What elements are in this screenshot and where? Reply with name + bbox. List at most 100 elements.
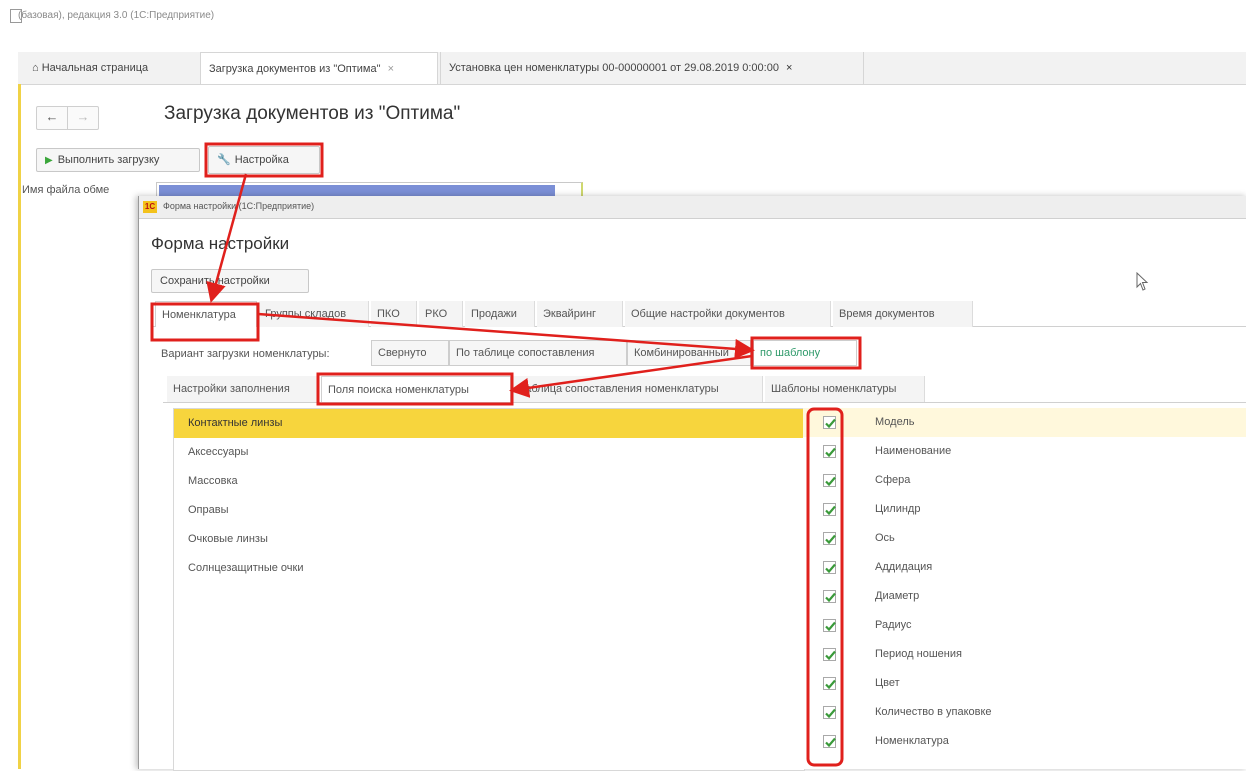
checkmark-icon — [825, 737, 836, 748]
field-row[interactable]: Диаметр — [803, 582, 1246, 611]
close-icon[interactable]: × — [388, 63, 394, 75]
checkbox[interactable] — [823, 532, 836, 545]
field-label: Сфера — [875, 474, 911, 486]
tab-warehouse-groups[interactable]: Группы складов — [259, 301, 369, 327]
checkbox[interactable] — [823, 677, 836, 690]
tab-nomenclature[interactable]: Номенклатура — [155, 301, 257, 327]
field-row[interactable]: Аддидация — [803, 553, 1246, 582]
list-item[interactable]: Массовка — [174, 467, 804, 496]
subtab-templates[interactable]: Шаблоны номенклатуры — [765, 376, 925, 402]
app-logo-icon: 1С — [143, 201, 157, 213]
tab-general-doc-settings[interactable]: Общие настройки документов — [625, 301, 831, 327]
field-label: Аддидация — [875, 561, 933, 573]
checkmark-icon — [825, 563, 836, 574]
field-label: Цилиндр — [875, 503, 921, 515]
subtab-search-fields[interactable]: Поля поиска номенклатуры — [321, 376, 511, 402]
checkmark-icon — [825, 505, 836, 516]
checkbox[interactable] — [823, 735, 836, 748]
checkbox[interactable] — [823, 561, 836, 574]
tab-home[interactable]: ⌂ Начальная страница — [24, 52, 196, 84]
checkbox[interactable] — [823, 445, 836, 458]
variant-label: Вариант загрузки номенклатуры: — [161, 348, 330, 360]
checkmark-icon — [825, 592, 836, 603]
checkmark-icon — [825, 447, 836, 458]
checkbox[interactable] — [823, 648, 836, 661]
field-label: Радиус — [875, 619, 912, 631]
checkbox[interactable] — [823, 474, 836, 487]
checkbox[interactable] — [823, 503, 836, 516]
tab-sales[interactable]: Продажи — [465, 301, 535, 327]
search-fields-list: Модель Наименование Сфера Цилиндр Ось Аддидац… — [803, 408, 1246, 769]
save-settings-button[interactable]: Сохранить настройки — [151, 269, 309, 293]
checkbox[interactable] — [823, 619, 836, 632]
field-row[interactable]: Количество в упаковке — [803, 698, 1246, 727]
forward-arrow-icon[interactable]: → — [67, 106, 99, 130]
window-titlebar: (базовая), редакция 3.0 (1С:Предприятие) — [0, 0, 1246, 42]
list-item[interactable]: Контактные линзы — [174, 409, 804, 438]
list-item[interactable]: Аксессуары — [174, 438, 804, 467]
field-row[interactable]: Модель — [803, 408, 1246, 437]
checkbox[interactable] — [823, 416, 836, 429]
field-row[interactable]: Цилиндр — [803, 495, 1246, 524]
checkmark-icon — [825, 476, 836, 487]
field-label: Модель — [875, 416, 915, 428]
field-label: Ось — [875, 532, 895, 544]
field-label: Количество в упаковке — [875, 706, 992, 718]
variant-template-button[interactable]: по шаблону — [753, 340, 857, 366]
back-arrow-icon[interactable]: ← — [36, 106, 68, 130]
checkmark-icon — [825, 679, 836, 690]
field-row[interactable]: Ось — [803, 524, 1246, 553]
field-row[interactable]: Период ношения — [803, 640, 1246, 669]
checkmark-icon — [825, 708, 836, 719]
tab-label: Начальная страница — [41, 62, 149, 74]
tab-load-documents[interactable]: Загрузка документов из "Оптима" × — [200, 52, 438, 84]
field-row[interactable]: Номенклатура — [803, 727, 1246, 756]
field-row[interactable]: Наименование — [803, 437, 1246, 466]
close-icon[interactable]: × — [786, 62, 792, 74]
field-row[interactable]: Сфера — [803, 466, 1246, 495]
category-list: Контактные линзы Аксессуары Массовка Опр… — [173, 408, 805, 771]
window-title: (базовая), редакция 3.0 (1С:Предприятие) — [18, 10, 215, 21]
checkmark-icon — [825, 650, 836, 661]
home-icon: ⌂ — [32, 62, 39, 74]
accent-strip — [18, 84, 21, 769]
page-title: Загрузка документов из "Оптима" — [164, 103, 461, 124]
field-row[interactable]: Цвет — [803, 669, 1246, 698]
mouse-cursor-icon — [1136, 272, 1149, 291]
dialog-window-title: Форма настройки (1С:Предприятие) — [163, 201, 315, 211]
list-item[interactable]: Оправы — [174, 496, 804, 525]
settings-label: Настройка — [234, 154, 289, 166]
field-row[interactable]: Радиус — [803, 611, 1246, 640]
tab-set-prices[interactable]: Установка цен номенклатуры 00-00000001 о… — [440, 52, 864, 84]
dialog-titlebar: 1С Форма настройки (1С:Предприятие) — [139, 196, 1246, 219]
run-load-button[interactable]: ▶ Выполнить загрузку — [36, 148, 200, 172]
subtab-fill-settings[interactable]: Настройки заполнения — [167, 376, 319, 402]
subtab-mapping-table[interactable]: Таблица сопоставления номенклатуры — [513, 376, 763, 402]
dialog-heading: Форма настройки — [151, 234, 290, 253]
divider — [163, 402, 1246, 403]
checkmark-icon — [825, 534, 836, 545]
field-label: Диаметр — [875, 590, 920, 602]
variant-combined-button[interactable]: Комбинированный — [627, 340, 751, 366]
tab-acquiring[interactable]: Эквайринг — [537, 301, 623, 327]
field-label: Наименование — [875, 445, 952, 457]
run-load-label: Выполнить загрузку — [57, 154, 160, 166]
list-item[interactable]: Очковые линзы — [174, 525, 804, 554]
variant-mapping-table-button[interactable]: По таблице сопоставления — [449, 340, 627, 366]
list-item[interactable]: Солнцезащитные очки — [174, 554, 804, 583]
field-label: Цвет — [875, 677, 900, 689]
checkmark-icon — [825, 621, 836, 632]
tab-pko[interactable]: ПКО — [371, 301, 417, 327]
variant-collapsed-button[interactable]: Свернуто — [371, 340, 449, 366]
tab-label: Загрузка документов из "Оптима" — [209, 63, 381, 75]
tab-rko[interactable]: РКО — [419, 301, 463, 327]
field-label: Период ношения — [875, 648, 962, 660]
settings-button[interactable]: 🔧 Настройка — [208, 146, 320, 174]
play-icon: ▶ — [45, 155, 53, 166]
settings-dialog: 1С Форма настройки (1С:Предприятие) Форм… — [138, 196, 1246, 771]
checkbox[interactable] — [823, 706, 836, 719]
checkmark-icon — [825, 418, 836, 429]
tab-document-time[interactable]: Время документов — [833, 301, 973, 327]
file-name-label: Имя файла обме — [22, 184, 110, 196]
checkbox[interactable] — [823, 590, 836, 603]
